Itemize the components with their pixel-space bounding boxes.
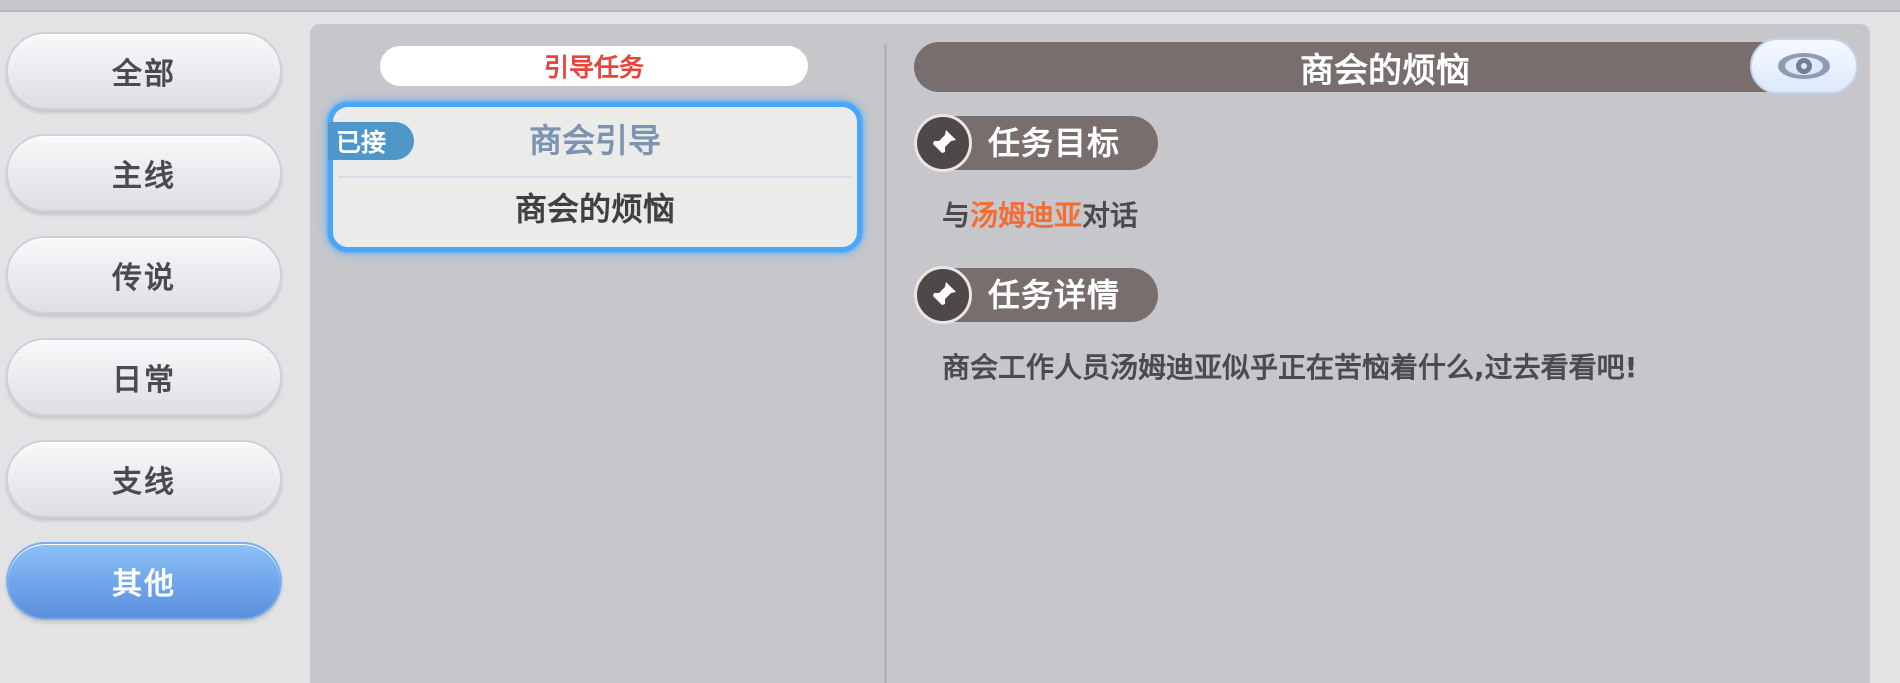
- quest-category-label: 商会引导: [529, 121, 661, 160]
- category-tab-all[interactable]: 全部: [6, 32, 282, 110]
- eye-icon: [1778, 53, 1830, 79]
- category-tab-legend[interactable]: 传说: [6, 236, 282, 314]
- quest-detail-title: 商会的烦恼: [914, 42, 1856, 92]
- pin-icon: [929, 130, 956, 156]
- track-quest-button[interactable]: [1750, 38, 1858, 94]
- pin-icon: [929, 282, 956, 308]
- objective-text: 与汤姆迪亚对话: [942, 196, 1138, 236]
- quest-group-header[interactable]: 引导任务: [380, 46, 808, 86]
- pin-icon: [914, 114, 972, 172]
- category-tab-other[interactable]: 其他: [6, 542, 282, 620]
- objective-section-label: 任务目标: [988, 124, 1121, 162]
- card-divider: [338, 176, 852, 178]
- details-section-label: 任务详情: [988, 276, 1121, 314]
- panel-divider: [884, 44, 887, 683]
- category-tab-daily[interactable]: 日常: [6, 338, 282, 416]
- quest-name-label: 商会的烦恼: [514, 190, 675, 228]
- category-tab-main[interactable]: 主线: [6, 134, 282, 212]
- objective-suffix: 对话: [1082, 199, 1139, 232]
- details-text: 商会工作人员汤姆迪亚似乎正在苦恼着什么,过去看看吧!: [942, 351, 1638, 384]
- category-tab-side[interactable]: 支线: [6, 440, 282, 518]
- pin-icon: [914, 266, 972, 324]
- objective-prefix: 与: [942, 199, 971, 232]
- top-strip: [0, 0, 1900, 12]
- objective-npc-name: 汤姆迪亚: [970, 199, 1083, 232]
